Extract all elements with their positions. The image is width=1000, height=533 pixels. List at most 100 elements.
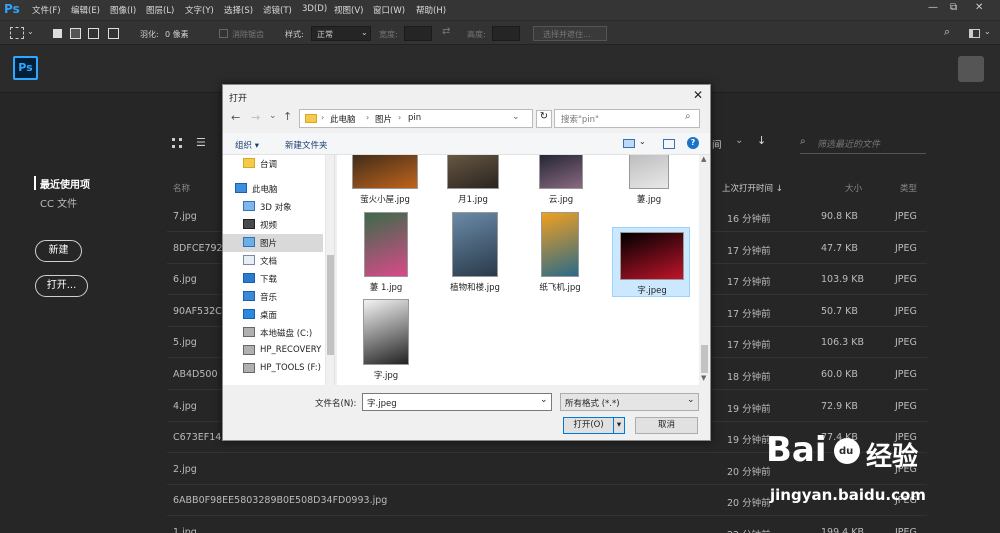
- back-icon[interactable]: ←: [231, 111, 240, 124]
- nav-item[interactable]: 图片: [223, 234, 323, 252]
- nav-item[interactable]: 下载: [223, 270, 323, 288]
- nav-item[interactable]: 本地磁盘 (C:): [223, 324, 323, 342]
- subtract-selection-icon[interactable]: [88, 28, 99, 39]
- list-view-icon[interactable]: ☰: [196, 136, 206, 149]
- search-input[interactable]: 搜索"pin" ⌕: [554, 109, 700, 128]
- organize-menu[interactable]: 组织 ▾: [235, 139, 259, 151]
- nav-item[interactable]: 此电脑: [223, 180, 315, 198]
- intersect-selection-icon[interactable]: [108, 28, 119, 39]
- file-thumbnail[interactable]: 萋 1.jpg: [344, 208, 428, 295]
- close-icon[interactable]: ✕: [693, 88, 703, 102]
- scroll-thumb[interactable]: [327, 255, 334, 355]
- help-icon[interactable]: ?: [687, 137, 699, 149]
- nav-item[interactable]: 3D 对象: [223, 198, 323, 216]
- filename-input[interactable]: 字.jpeg ⌄: [362, 393, 552, 411]
- height-input[interactable]: [492, 26, 520, 41]
- file-thumbnail[interactable]: 纸飞机.jpg: [518, 208, 602, 295]
- new-button[interactable]: 新建: [35, 240, 82, 262]
- chevron-down-icon[interactable]: ⌄: [27, 27, 34, 36]
- sort-label[interactable]: 间: [712, 137, 722, 151]
- close-button[interactable]: ✕: [975, 2, 983, 13]
- column-name[interactable]: 名称: [173, 182, 190, 194]
- nav-item[interactable]: 桌面: [223, 306, 323, 324]
- file-thumbnail[interactable]: 云.jpg: [519, 155, 603, 207]
- menu-file[interactable]: 文件(F): [32, 4, 61, 16]
- menu-window[interactable]: 窗口(W): [373, 4, 405, 16]
- restore-button[interactable]: ⧉: [950, 2, 957, 13]
- new-selection-icon[interactable]: [53, 29, 62, 38]
- feather-input[interactable]: 0 像素: [165, 29, 189, 40]
- chevron-down-icon[interactable]: ⌄: [639, 137, 646, 146]
- minimize-button[interactable]: —: [928, 2, 938, 13]
- file-thumbnail[interactable]: 字.jpg: [344, 295, 428, 383]
- column-size[interactable]: 大小: [845, 182, 862, 194]
- file-thumbnail[interactable]: 萤火小屋.jpg: [343, 155, 427, 207]
- select-and-mask-button[interactable]: 选择并遮住...: [533, 26, 607, 41]
- file-size: 47.7 KB: [821, 242, 858, 254]
- menu-select[interactable]: 选择(S): [224, 4, 253, 16]
- open-options-dropdown[interactable]: ▾: [613, 417, 625, 434]
- address-bar[interactable]: › 此电脑 › 图片 › pin ⌄: [299, 109, 533, 128]
- menu-help[interactable]: 帮助(H): [416, 4, 446, 16]
- workspace-icon[interactable]: [969, 29, 980, 38]
- nav-scrollbar[interactable]: [325, 155, 334, 385]
- nav-item[interactable]: 音乐: [223, 288, 323, 306]
- breadcrumb-pc[interactable]: 此电脑: [330, 113, 356, 125]
- column-type[interactable]: 类型: [900, 182, 917, 194]
- swap-icon[interactable]: ⇄: [442, 26, 450, 37]
- file-thumbnail[interactable]: 月1.jpg: [431, 155, 515, 207]
- scroll-up-icon[interactable]: ▲: [701, 155, 706, 163]
- refresh-icon[interactable]: ↻: [536, 110, 552, 128]
- chevron-down-icon[interactable]: ⌄: [735, 135, 743, 146]
- up-icon[interactable]: ↑: [283, 110, 292, 123]
- forward-icon[interactable]: →: [251, 111, 260, 124]
- column-opened[interactable]: 上次打开时间 ↓: [722, 182, 783, 194]
- table-row[interactable]: 1.jpg 22 分钟前 199.4 KB JPEG: [167, 517, 927, 533]
- change-view-icon[interactable]: [623, 139, 635, 148]
- file-type-select[interactable]: 所有格式 (*.*) ⌄: [560, 393, 699, 411]
- preview-pane-icon[interactable]: [663, 139, 675, 149]
- filter-input[interactable]: ⌕ 筛选最近的文件: [800, 134, 926, 154]
- nav-item[interactable]: HP_TOOLS (F:): [223, 360, 323, 378]
- sort-direction-icon[interactable]: ↓: [757, 134, 766, 147]
- antialias-label: 消除锯齿: [232, 30, 264, 39]
- file-thumbnail[interactable]: 植物和楼.jpg: [433, 208, 517, 295]
- menu-view[interactable]: 视图(V): [334, 4, 363, 16]
- menu-3d[interactable]: 3D(D): [302, 4, 327, 14]
- chevron-down-icon[interactable]: ⌄: [540, 395, 548, 405]
- nav-item[interactable]: HP_RECOVERY: [223, 342, 323, 360]
- nav-recent[interactable]: 最近使用项: [40, 176, 90, 191]
- file-thumbnail[interactable]: 字.jpeg: [612, 227, 690, 297]
- nav-item[interactable]: 台调: [223, 155, 323, 173]
- avatar[interactable]: [958, 56, 984, 82]
- nav-item[interactable]: 文档: [223, 252, 323, 270]
- open-file-button[interactable]: 打开(O): [563, 417, 614, 434]
- new-folder-button[interactable]: 新建文件夹: [285, 139, 328, 151]
- chevron-down-icon[interactable]: ⌄: [269, 111, 277, 121]
- breadcrumb-pictures[interactable]: 图片: [375, 113, 392, 125]
- menu-image[interactable]: 图像(I): [110, 4, 136, 16]
- style-select[interactable]: 正常 ⌄: [311, 26, 371, 41]
- antialias-checkbox[interactable]: [219, 29, 228, 38]
- menu-type[interactable]: 文字(Y): [185, 4, 214, 16]
- open-button[interactable]: 打开...: [35, 275, 88, 297]
- width-input[interactable]: [404, 26, 432, 41]
- menu-filter[interactable]: 滤镜(T): [263, 4, 292, 16]
- cancel-button[interactable]: 取消: [635, 417, 698, 434]
- content-scrollbar[interactable]: ▲ ▼: [699, 155, 710, 385]
- breadcrumb-pin[interactable]: pin: [408, 113, 421, 123]
- marquee-tool-icon[interactable]: [10, 27, 24, 39]
- menu-edit[interactable]: 编辑(E): [71, 4, 100, 16]
- chevron-down-icon[interactable]: ⌄: [512, 112, 520, 122]
- menu-layer[interactable]: 图层(L): [146, 4, 174, 16]
- add-selection-icon[interactable]: [70, 28, 81, 39]
- scroll-down-icon[interactable]: ▼: [701, 374, 706, 382]
- nav-item-label: 视频: [260, 221, 278, 231]
- scroll-thumb[interactable]: [701, 345, 708, 373]
- grid-view-icon[interactable]: [172, 138, 182, 148]
- chevron-down-icon[interactable]: ⌄: [984, 27, 991, 36]
- file-thumbnail[interactable]: 萋.jpg: [607, 155, 691, 207]
- nav-item[interactable]: 视频: [223, 216, 323, 234]
- nav-cc-files[interactable]: CC 文件: [40, 195, 77, 210]
- search-icon[interactable]: ⌕: [944, 25, 950, 39]
